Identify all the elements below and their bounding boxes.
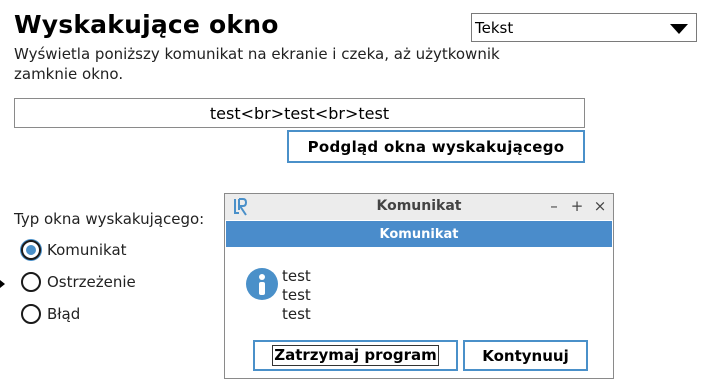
mode-select[interactable]: Tekst [471, 13, 697, 42]
maximize-icon[interactable]: + [570, 197, 584, 215]
stop-program-label: Zatrzymaj program [272, 345, 439, 366]
close-icon[interactable]: × [593, 197, 607, 215]
mode-select-value: Tekst [475, 19, 514, 37]
info-icon [246, 268, 278, 300]
continue-button[interactable]: Kontynuuj [463, 340, 588, 371]
radio-label: Komunikat [47, 241, 127, 259]
preview-popup-button[interactable]: Podgląd okna wyskakującego [287, 130, 585, 163]
page-description: Wyświetla poniższy komunikat na ekranie … [14, 45, 500, 83]
dialog-header: Komunikat [226, 221, 612, 247]
radio-button-checked[interactable] [21, 240, 41, 260]
radio-ostrzezenie[interactable]: Ostrzeżenie [21, 272, 136, 292]
message-dialog: Komunikat – + × Komunikat test test test… [224, 193, 614, 379]
stop-program-button[interactable]: Zatrzymaj program [253, 340, 458, 371]
dialog-message: test test test [282, 267, 311, 324]
message-line: test [282, 286, 311, 304]
radio-blad[interactable]: Błąd [21, 304, 80, 324]
chevron-down-icon [670, 24, 688, 34]
message-line: test [282, 267, 311, 285]
message-line: test [282, 305, 311, 323]
popup-type-label: Typ okna wyskakującego: [14, 210, 205, 228]
minimize-icon[interactable]: – [547, 197, 561, 215]
page-title: Wyskakujące okno [14, 10, 279, 39]
radio-label: Błąd [47, 305, 81, 323]
message-input[interactable] [14, 98, 585, 128]
radio-button[interactable] [21, 272, 41, 292]
radio-label: Ostrzeżenie [47, 273, 136, 291]
chevron-right-icon [0, 280, 5, 288]
radio-komunikat[interactable]: Komunikat [21, 240, 127, 260]
dialog-titlebar[interactable]: Komunikat – + × [225, 194, 613, 220]
radio-button[interactable] [21, 304, 41, 324]
